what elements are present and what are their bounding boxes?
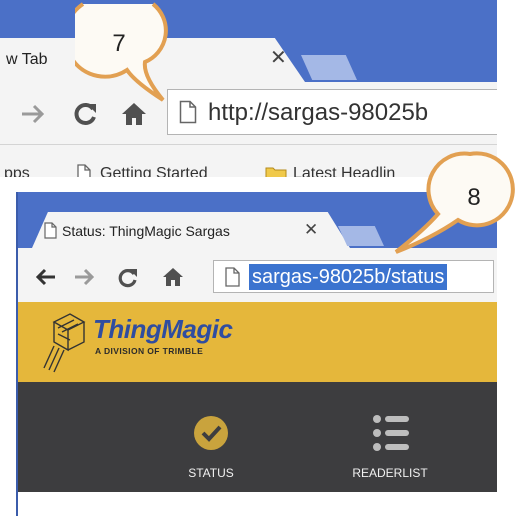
page-icon [77,164,91,177]
reload-icon[interactable] [117,267,139,289]
close-tab-icon[interactable]: ✕ [304,221,318,238]
back-icon[interactable] [35,268,57,286]
home-icon[interactable] [161,266,185,288]
address-url-selected[interactable]: sargas-98025b/status [249,264,448,290]
callout-number: 7 [112,30,126,57]
nav-item-status[interactable]: STATUS [151,382,271,492]
folder-icon [265,167,287,177]
tab-title: w Tab [6,51,48,68]
close-tab-icon[interactable]: ✕ [270,48,287,68]
callout-8: 8 [392,148,516,258]
brand-name: ThingMagic [93,314,233,344]
bookmark-latest-headlines[interactable]: Latest Headlin [293,165,395,177]
nav-item-readerlist[interactable]: READERLIST [330,382,450,492]
address-bar[interactable]: sargas-98025b/status [213,260,494,293]
list-icon [373,415,409,451]
address-url[interactable]: http://sargas-98025b [208,99,428,127]
callout-7: 7 [63,0,185,110]
forward-icon[interactable] [20,103,46,125]
nav-label-status: STATUS [188,466,234,480]
bookmark-getting-started[interactable]: Getting Started [100,165,208,177]
content-area [18,492,497,516]
checkmark-icon [194,416,228,450]
brand-tagline: A DIVISION OF TRIMBLE [95,346,204,356]
tab-title: Status: ThingMagic Sargas [62,223,230,239]
forward-icon[interactable] [73,268,95,286]
thingmagic-logo-icon [43,313,86,373]
bookmark-apps[interactable]: pps [4,165,30,177]
callout-number: 8 [467,184,481,211]
page-icon [44,222,57,239]
page-icon [225,267,240,287]
main-nav: STATUS READERLIST [18,382,497,492]
nav-label-readerlist: READERLIST [352,466,428,480]
address-bar[interactable]: http://sargas-98025b [167,89,497,135]
